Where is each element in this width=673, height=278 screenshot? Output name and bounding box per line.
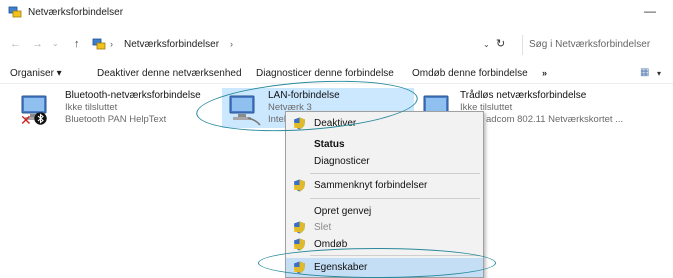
disconnected-x-icon: ✕ [20,112,32,128]
search-input[interactable]: Søg i Netværksforbindelser [522,35,669,55]
rename-connection-button[interactable]: Omdøb denne forbindelse [412,68,528,79]
uac-shield-icon [294,238,305,251]
menu-item-label: Status [314,139,345,150]
connection-device: adcom 802.11 Netværkskortet ... [486,114,624,125]
window-title: Netværksforbindelser [28,7,124,18]
breadcrumb[interactable]: Netværksforbindelser [124,39,219,50]
deactivate-device-button[interactable]: Deaktiver denne netværksenhed [97,68,242,79]
network-connections-icon [8,6,22,18]
more-commands-button[interactable]: » [542,68,547,78]
menu-item-bridge-connections[interactable]: Sammenknyt forbindelser [286,176,483,195]
bluetooth-icon [34,112,47,125]
recent-locations-chevron-icon[interactable]: ⌄ [52,39,59,48]
title-bar: Netværksforbindelser — [0,0,673,24]
search-placeholder: Søg i Netværksforbindelser [529,39,651,50]
menu-item-label: Sammenknyt forbindelser [314,180,428,191]
change-view-icon[interactable]: ▦ [640,67,649,78]
menu-separator [310,198,480,199]
view-dropdown-icon[interactable]: ▾ [657,69,661,78]
uac-shield-icon [294,221,305,234]
address-row: ← → ⌄ ↑ › Netværksforbindelser › ⌄ ↻ Søg… [0,34,673,56]
connection-status: Ikke tilsluttet [65,102,118,113]
connection-name: Bluetooth-netværksforbindelse [65,90,201,101]
organise-button[interactable]: Organiser ▾ [10,68,62,79]
diagnose-connection-button[interactable]: Diagnosticer denne forbindelse [256,68,394,79]
minimize-button[interactable]: — [641,4,659,18]
menu-item-label: Opret genvej [314,206,372,217]
menu-item-diagnose[interactable]: Diagnosticer [286,152,483,171]
connection-device: Bluetooth PAN HelpText [65,114,167,125]
address-dropdown-icon[interactable]: ⌄ [483,40,490,49]
menu-item-label: Slet [314,222,332,233]
breadcrumb-separator-icon[interactable]: › [110,39,113,49]
menu-separator [310,173,480,174]
connection-item-bluetooth[interactable]: ✕ Bluetooth-netværksforbindelse Ikke til… [18,90,218,134]
refresh-icon[interactable]: ↻ [496,37,505,50]
up-arrow-icon[interactable]: ↑ [74,38,80,50]
back-arrow-icon[interactable]: ← [10,38,21,50]
highlight-ring-properties [258,248,496,278]
connection-name: Trådløs netværksforbindelse [460,90,587,101]
menu-item-label: Diagnosticer [314,156,370,167]
breadcrumb-separator-icon[interactable]: › [230,39,233,49]
network-connections-icon [92,38,106,50]
forward-arrow-icon[interactable]: → [32,38,43,50]
uac-shield-icon [294,179,305,192]
